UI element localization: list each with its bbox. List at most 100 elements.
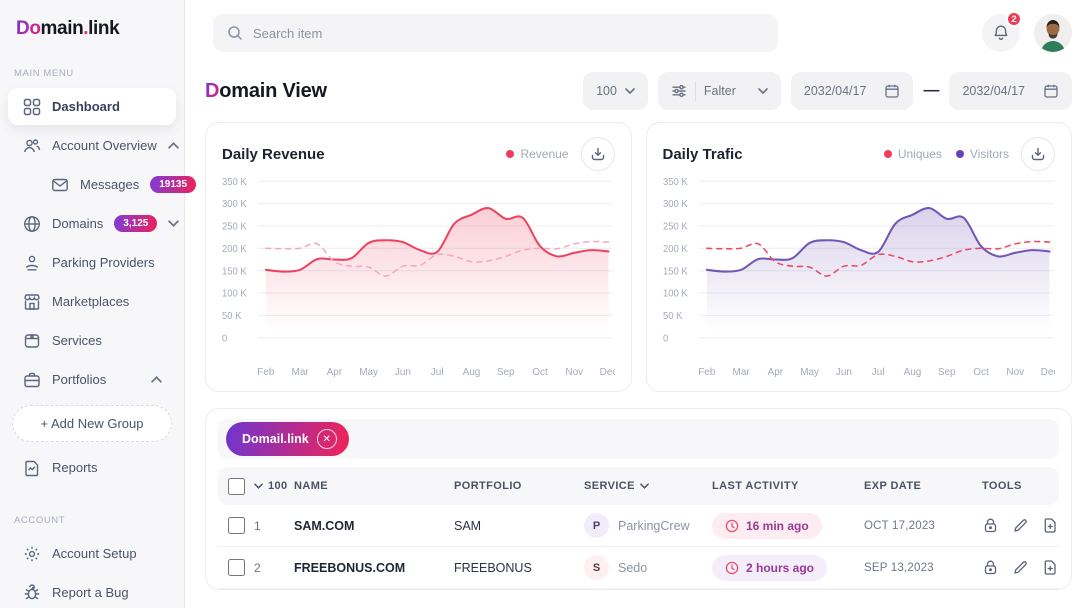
- sidebar-item-label: Portfolios: [52, 372, 140, 387]
- download-chart-button[interactable]: [581, 137, 615, 171]
- date-to-picker[interactable]: 2032/04/17: [949, 72, 1072, 110]
- table-row[interactable]: 1 SAM.COM SAM P ParkingCrew 16 min ago O…: [218, 505, 1059, 547]
- sidebar-item-label: Marketplaces: [52, 294, 162, 309]
- legend-label: Visitors: [970, 147, 1009, 161]
- user-avatar[interactable]: [1034, 14, 1072, 52]
- legend-dot: [884, 150, 892, 158]
- sidebar-item-report-a-bug[interactable]: Report a Bug: [8, 574, 176, 608]
- add-file-button[interactable]: [1042, 559, 1059, 576]
- add-file-button[interactable]: [1042, 517, 1059, 534]
- clock-icon: [725, 519, 739, 533]
- add-new-group-button[interactable]: + Add New Group: [12, 405, 172, 442]
- download-icon: [1030, 146, 1046, 162]
- domains-table-card: Domail.link ✕ 100 NAME PORTFOLIO SERVICE: [205, 408, 1072, 590]
- sidebar-item-reports[interactable]: Reports: [8, 449, 176, 486]
- chevron-down-icon: [168, 218, 179, 229]
- messages-count-badge: 19135: [150, 176, 196, 193]
- count-header-label: 100: [268, 480, 288, 492]
- download-chart-button[interactable]: [1021, 137, 1055, 171]
- package-icon: [22, 331, 41, 350]
- sidebar-item-account-setup[interactable]: Account Setup: [8, 535, 176, 572]
- chevron-down-icon: [625, 88, 635, 94]
- lock-button[interactable]: [982, 559, 999, 576]
- search-bar[interactable]: [213, 14, 778, 52]
- domain-filter-chip[interactable]: Domail.link ✕: [226, 422, 349, 456]
- notification-count-badge: 2: [1006, 11, 1022, 27]
- domain-name: FREEBONUS.COM: [294, 561, 454, 575]
- svg-text:100 K: 100 K: [222, 289, 247, 300]
- app-window: Domain.link MAIN MENU Dashboard Account …: [0, 0, 1088, 608]
- svg-text:Oct: Oct: [973, 367, 989, 378]
- table-row[interactable]: 2 FREEBONUS.COM FREEBONUS S Sedo 2 hours…: [218, 547, 1059, 589]
- sidebar-item-dashboard[interactable]: Dashboard: [8, 88, 176, 125]
- sidebar-item-label: Services: [52, 333, 162, 348]
- calendar-icon: [1043, 83, 1059, 99]
- storefront-icon: [22, 292, 41, 311]
- filter-dropdown[interactable]: Falter: [658, 72, 781, 110]
- svg-text:350 K: 350 K: [222, 177, 247, 188]
- tools-header: TOOLS: [982, 480, 1053, 492]
- sidebar-item-marketplaces[interactable]: Marketplaces: [8, 283, 176, 320]
- svg-text:Aug: Aug: [463, 367, 481, 378]
- exp-date-cell: OCT 17,2023: [864, 520, 982, 532]
- sidebar-item-label: Account Setup: [52, 546, 162, 561]
- remove-chip-icon[interactable]: ✕: [317, 429, 337, 449]
- legend-label: Revenue: [520, 147, 568, 161]
- exp-date-header: EXP DATE: [864, 480, 982, 492]
- svg-text:300 K: 300 K: [663, 199, 688, 210]
- daily-revenue-chart-card: Daily Revenue Revenue 350 K300 K250 K200…: [205, 122, 632, 392]
- globe-icon: [22, 214, 41, 233]
- activity-text: 16 min ago: [746, 519, 809, 533]
- search-icon: [227, 25, 243, 41]
- svg-text:Jun: Jun: [395, 367, 411, 378]
- lock-button[interactable]: [982, 517, 999, 534]
- sidebar-item-domains[interactable]: Domains 3,125: [8, 205, 176, 242]
- notifications-button[interactable]: 2: [982, 14, 1020, 52]
- portfolio-name: SAM: [454, 519, 584, 533]
- sidebar-item-messages[interactable]: Messages 19135: [36, 166, 176, 203]
- hand-coin-icon: [22, 253, 41, 272]
- sidebar-item-account-overview[interactable]: Account Overview: [8, 127, 176, 164]
- service-header[interactable]: SERVICE: [584, 480, 712, 492]
- logo-text: main: [41, 18, 84, 39]
- svg-text:Sep: Sep: [497, 367, 515, 378]
- edit-button[interactable]: [1012, 559, 1029, 576]
- chart-legend: Revenue: [506, 147, 568, 161]
- service-name: ParkingCrew: [618, 519, 690, 533]
- svg-text:Jun: Jun: [835, 367, 851, 378]
- page-size-dropdown[interactable]: 100: [583, 72, 648, 110]
- envelope-icon: [50, 175, 69, 194]
- svg-text:Apr: Apr: [327, 367, 343, 378]
- svg-text:Nov: Nov: [1006, 367, 1025, 378]
- search-input[interactable]: [253, 26, 764, 41]
- title-accent: D: [205, 80, 219, 102]
- chevron-up-icon: [168, 140, 179, 151]
- row-checkbox[interactable]: [228, 517, 245, 534]
- svg-text:Apr: Apr: [767, 367, 783, 378]
- sidebar-item-parking-providers[interactable]: Parking Providers: [8, 244, 176, 281]
- count-header[interactable]: 100: [254, 480, 294, 492]
- sidebar-item-services[interactable]: Services: [8, 322, 176, 359]
- sidebar-item-portfolios[interactable]: Portfolios: [8, 361, 176, 398]
- sidebar-item-label: Messages: [80, 177, 139, 192]
- exp-date-cell: SEP 13,2023: [864, 562, 982, 574]
- page-title: Domain View: [205, 80, 327, 103]
- briefcase-icon: [22, 370, 41, 389]
- sidebar-item-label: Dashboard: [52, 99, 162, 114]
- svg-text:100 K: 100 K: [663, 289, 688, 300]
- select-all-checkbox[interactable]: [228, 478, 245, 495]
- svg-text:Feb: Feb: [698, 367, 716, 378]
- row-checkbox[interactable]: [228, 559, 245, 576]
- legend-item: Uniques: [884, 147, 942, 161]
- header-controls: 100 Falter 2032/04/17 —: [583, 72, 1072, 110]
- sidebar-section-account: ACCOUNT: [0, 501, 184, 534]
- date-from-picker[interactable]: 2032/04/17: [791, 72, 914, 110]
- service-name: Sedo: [618, 561, 647, 575]
- trafic-area-chart: 350 K300 K250 K200 K150 K100 K50 K0FebMa…: [663, 173, 1056, 381]
- edit-button[interactable]: [1012, 517, 1029, 534]
- bug-icon: [22, 583, 41, 602]
- brand-logo[interactable]: Domain.link: [0, 18, 184, 54]
- svg-text:Dec: Dec: [600, 367, 615, 378]
- svg-text:Sep: Sep: [937, 367, 955, 378]
- logo-text2: link: [88, 18, 119, 39]
